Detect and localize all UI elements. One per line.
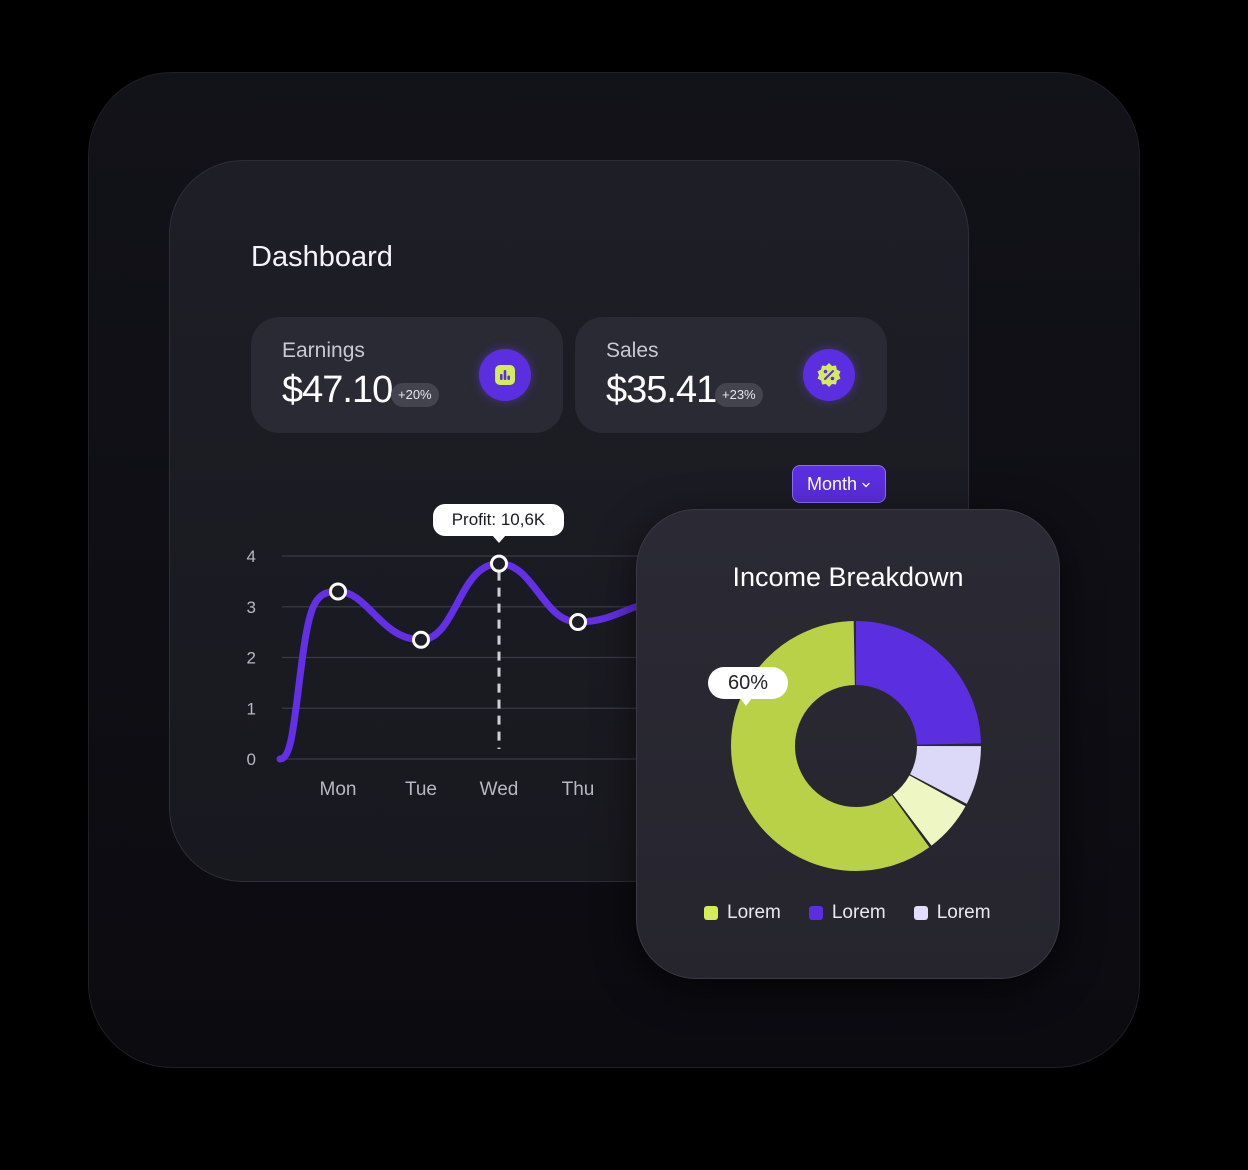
x-tick-label: Mon xyxy=(320,779,357,800)
data-point xyxy=(329,582,347,601)
legend-swatch xyxy=(913,906,928,920)
legend-label: Lorem xyxy=(936,902,991,923)
data-point xyxy=(490,554,508,573)
y-tick-label: 3 xyxy=(247,598,256,617)
x-tick-label: Tue xyxy=(405,779,437,800)
income-breakdown-card: Income Breakdown 60% Lorem Lorem Lorem xyxy=(636,509,1060,979)
data-point xyxy=(569,612,587,631)
y-tick-label: 2 xyxy=(247,649,256,668)
x-tick-label: Wed xyxy=(480,779,519,800)
y-tick-label: 4 xyxy=(247,547,256,566)
profit-tooltip: Profit: 10,6K xyxy=(433,504,564,543)
legend-item: Lorem xyxy=(808,902,886,924)
percentage-label: 60% xyxy=(708,667,788,706)
data-point xyxy=(412,630,430,649)
legend-item: Lorem xyxy=(704,902,781,924)
x-tick-label: Thu xyxy=(562,779,595,800)
legend: Lorem Lorem Lorem xyxy=(704,902,991,924)
legend-label: Lorem xyxy=(727,902,781,923)
y-tick-label: 0 xyxy=(247,750,256,769)
y-tick-label: 1 xyxy=(247,699,256,718)
legend-swatch xyxy=(704,906,718,920)
legend-label: Lorem xyxy=(831,902,886,923)
legend-item: Lorem xyxy=(913,902,991,924)
legend-swatch xyxy=(808,906,823,920)
